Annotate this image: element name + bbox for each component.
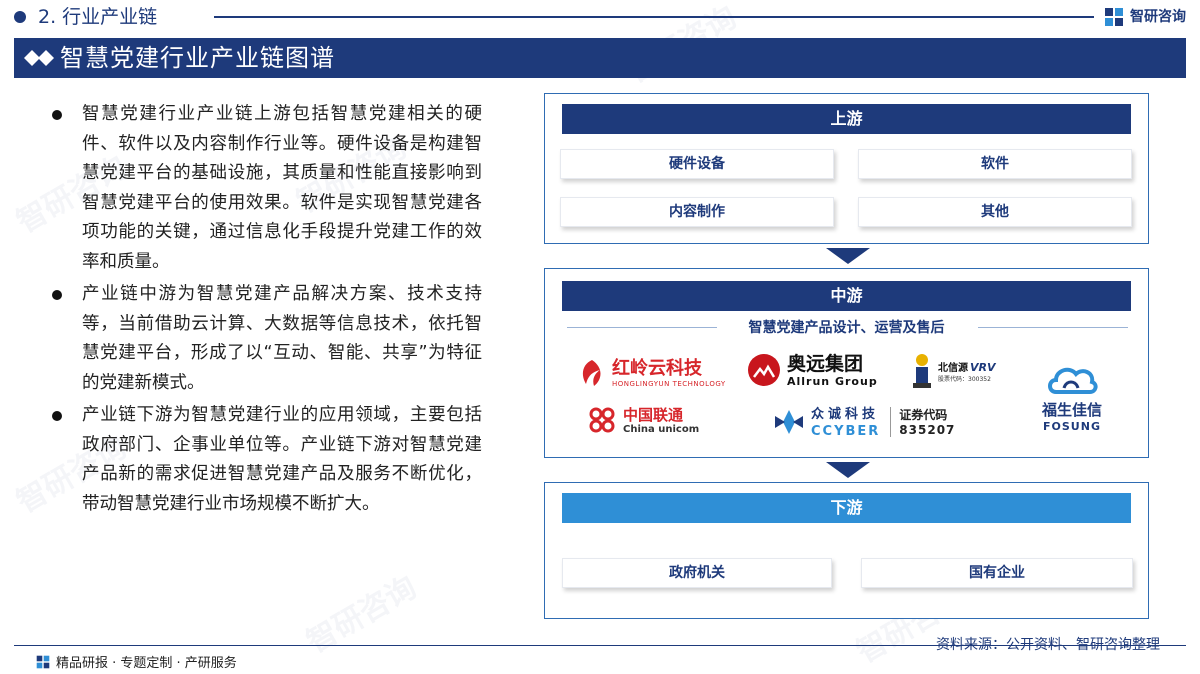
bullet-item: 智慧党建行业产业链上游包括智慧党建相关的硬件、软件以及内容制作行业等。硬件设备是…: [52, 100, 482, 277]
beixinyuan-name: 北信源: [938, 363, 968, 374]
upstream-item-software: 软件: [858, 149, 1132, 179]
upstream-title: 上游: [562, 104, 1131, 134]
upstream-item-content: 内容制作: [560, 197, 834, 227]
page-title: 智慧党建行业产业链图谱: [60, 44, 335, 72]
midstream-panel: 中游 智慧党建产品设计、运营及售后 红岭云科技 HONGLINGYUN TECH…: [544, 268, 1149, 458]
upstream-panel: 上游 硬件设备 软件 内容制作 其他: [544, 93, 1149, 244]
bullet-list: 智慧党建行业产业链上游包括智慧党建相关的硬件、软件以及内容制作行业等。硬件设备是…: [52, 100, 482, 522]
ccyber-sub: CCYBER: [811, 423, 881, 439]
brand-logo-icon: [1105, 8, 1123, 26]
logo-allrun: 奥远集团 Allrun Group: [741, 347, 899, 393]
honglingyun-sub: HONGLINGYUN TECHNOLOGY: [612, 380, 726, 388]
brand-name: 智研咨询: [1130, 9, 1186, 25]
beixinyuan-code: 股票代码：300352: [938, 376, 991, 383]
top-divider: [214, 16, 1094, 18]
source-note: 资料来源：公开资料、智研咨询整理: [936, 637, 1160, 653]
bullet-dot-icon: [52, 411, 62, 421]
unicom-sub: China unicom: [623, 423, 700, 435]
bottom-note-text: 精品研报 · 专题定制 · 产研服务: [56, 656, 237, 671]
fosung-sub: FOSUNG: [1043, 419, 1101, 433]
logo-ccyber: 众诚科技 CCYBER 证券代码 835207: [767, 399, 985, 445]
allrun-logo-icon: [748, 354, 780, 386]
watermark: 智研咨询: [301, 569, 423, 661]
bullet-dot-icon: [52, 110, 62, 120]
beixinyuan-logo-icon: [913, 354, 931, 388]
bullet-text: 智慧党建行业产业链上游包括智慧党建相关的硬件、软件以及内容制作行业等。硬件设备是…: [82, 104, 482, 272]
beixinyuan-title-row: 北信源 VRV: [938, 359, 996, 374]
flow-arrow-icon: [826, 248, 870, 264]
footer-divider: [14, 645, 1186, 646]
ccyber-code-label: 证券代码: [899, 408, 948, 422]
logo-beixinyuan: 北信源 VRV 股票代码：300352: [905, 347, 1009, 395]
flow-arrow-icon: [826, 462, 870, 478]
section-dot-icon: [14, 11, 26, 23]
unicom-logo-icon: [589, 407, 615, 433]
fosung-name: 福生佳信: [1041, 400, 1102, 419]
logo-honglingyun: 红岭云科技 HONGLINGYUN TECHNOLOGY: [570, 349, 730, 397]
unicom-name: 中国联通: [623, 405, 684, 424]
honglingyun-name: 红岭云科技: [612, 358, 702, 379]
upstream-item-other: 其他: [858, 197, 1132, 227]
downstream-item-government: 政府机关: [562, 558, 832, 588]
ccyber-text: 众诚科技 CCYBER: [811, 406, 880, 439]
bullet-text: 产业链中游为智慧党建产品解决方案、技术支持等，当前借助云计算、大数据等信息技术，…: [82, 284, 482, 393]
honglingyun-text: 红岭云科技 HONGLINGYUN TECHNOLOGY: [612, 358, 726, 388]
ccyber-code-block: 证券代码 835207: [890, 407, 955, 437]
bullet-dot-icon: [52, 290, 62, 300]
section-label: 2. 行业产业链: [38, 6, 158, 28]
bullet-item: 产业链下游为智慧党建行业的应用领域，主要包括政府部门、企事业单位等。产业链下游对…: [52, 401, 482, 519]
bullet-text: 产业链下游为智慧党建行业的应用领域，主要包括政府部门、企事业单位等。产业链下游对…: [82, 405, 482, 514]
unicom-text: 中国联通 China unicom: [623, 406, 699, 435]
beixinyuan-mark: VRV: [970, 361, 996, 374]
midstream-title: 中游: [562, 281, 1131, 311]
fosung-logo-icon: [1048, 367, 1098, 394]
bottom-note: 精品研报 · 专题定制 · 产研服务: [36, 652, 237, 671]
logo-fosung: 福生佳信 FOSUNG: [1020, 355, 1124, 439]
upstream-item-hardware: 硬件设备: [560, 149, 834, 179]
ccyber-code: 835207: [899, 423, 956, 437]
beixinyuan-text: 北信源 VRV 股票代码：300352: [938, 359, 996, 383]
title-bar: 智慧党建行业产业链图谱: [14, 38, 1186, 78]
allrun-text: 奥远集团 Allrun Group: [787, 353, 878, 388]
downstream-item-soe: 国有企业: [861, 558, 1133, 588]
divider-line: [978, 327, 1128, 328]
brand: 智研咨询: [1104, 6, 1186, 28]
ccyber-logo-icon: [775, 410, 803, 434]
honglingyun-logo-icon: [582, 360, 601, 386]
logo-unicom: 中国联通 China unicom: [583, 399, 721, 441]
bullet-item: 产业链中游为智慧党建产品解决方案、技术支持等，当前借助云计算、大数据等信息技术，…: [52, 280, 482, 398]
allrun-sub: Allrun Group: [787, 374, 878, 388]
downstream-panel: 下游 政府机关 国有企业: [544, 482, 1149, 619]
top-bar: 2. 行业产业链 智研咨询: [0, 0, 1200, 34]
brand-logo-icon: [36, 655, 50, 668]
ccyber-name: 众诚科技: [811, 406, 880, 422]
allrun-name: 奥远集团: [787, 352, 864, 375]
downstream-title: 下游: [562, 493, 1131, 523]
diamond-icon: [24, 50, 54, 66]
